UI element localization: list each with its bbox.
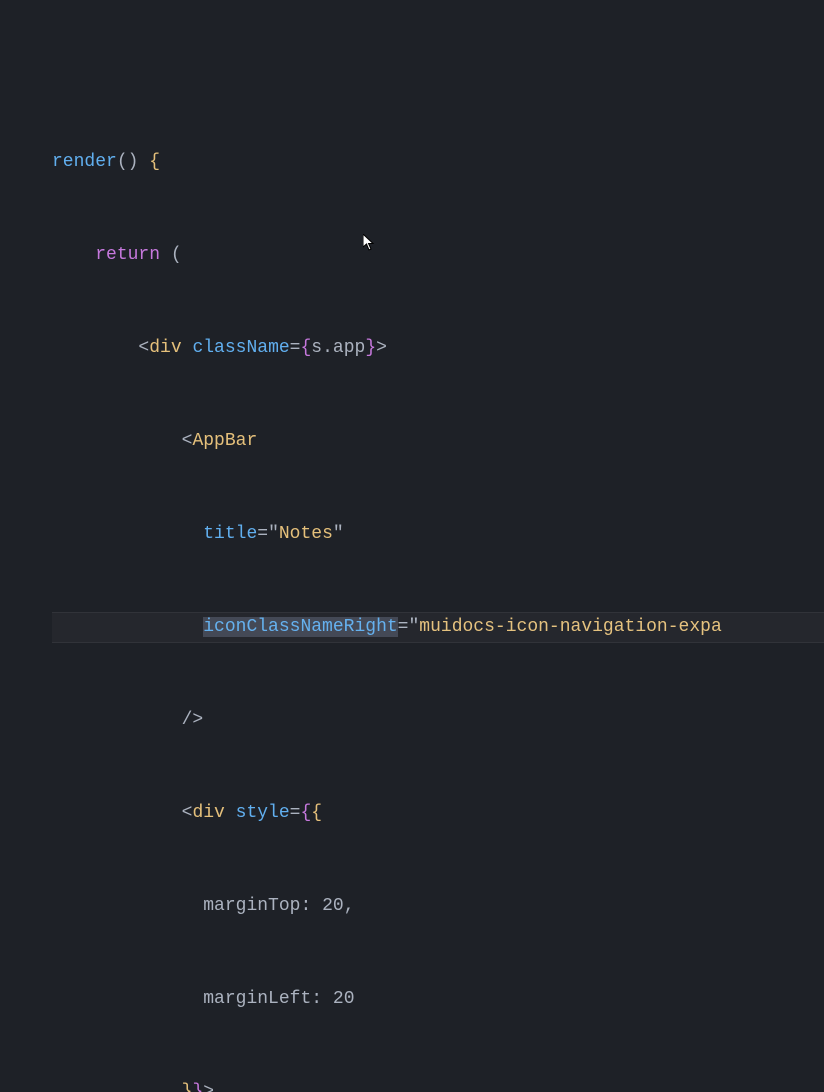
code-line[interactable]: title="Notes" [52,519,824,550]
equals: = [290,803,301,823]
keyword-return: return [95,245,160,265]
equals: = [290,338,301,358]
js-brace-close: } [365,338,376,358]
tag-open: < [138,338,149,358]
space [160,245,171,265]
method-name: render [52,152,117,172]
tag-close: > [203,1082,214,1092]
dot: . [322,338,333,358]
code-line[interactable]: render() { [52,147,824,178]
quote: " [333,524,344,544]
js-brace-open: { [300,338,311,358]
tag-open: < [182,431,193,451]
string-Notes: Notes [279,524,333,544]
obj-brace: { [311,803,322,823]
line-highlight [52,612,824,643]
number: 20 [333,989,355,1009]
ident-s: s [311,338,322,358]
tag-open: < [182,803,193,823]
space [138,152,149,172]
quote: " [268,524,279,544]
prop-marginLeft: marginLeft [203,989,311,1009]
code-line[interactable]: marginTop: 20, [52,891,824,922]
tag-div: div [192,803,224,823]
code-line[interactable]: <div className={s.app}> [52,333,824,364]
attr-title: title [203,524,257,544]
js-brace-close: } [192,1082,203,1092]
colon: : [300,896,311,916]
equals: = [257,524,268,544]
ident-app: app [333,338,365,358]
code-line[interactable]: iconClassNameRight="muidocs-icon-navigat… [52,612,824,643]
space [182,338,193,358]
attr-style: style [236,803,290,823]
number: 20 [322,896,344,916]
code-line[interactable]: /> [52,705,824,736]
code-line[interactable]: <AppBar [52,426,824,457]
obj-brace-close: } [182,1082,193,1092]
prop-marginTop: marginTop [203,896,300,916]
parens: () [117,152,139,172]
space [225,803,236,823]
space [322,989,333,1009]
code-line[interactable]: marginLeft: 20 [52,984,824,1015]
tag-close: > [376,338,387,358]
colon: : [311,989,322,1009]
brace-open: { [149,152,160,172]
code-line[interactable]: <div style={{ [52,798,824,829]
comma: , [344,896,355,916]
code-line[interactable]: return ( [52,240,824,271]
attr-className: className [192,338,289,358]
tag-AppBar: AppBar [192,431,257,451]
js-brace: { [300,803,311,823]
code-line[interactable]: }}> [52,1077,824,1092]
tag-div: div [149,338,181,358]
space [311,896,322,916]
tag-selfclose: /> [182,710,204,730]
paren-open: ( [171,245,182,265]
code-editor[interactable]: render() { return ( <div className={s.ap… [0,0,824,1092]
